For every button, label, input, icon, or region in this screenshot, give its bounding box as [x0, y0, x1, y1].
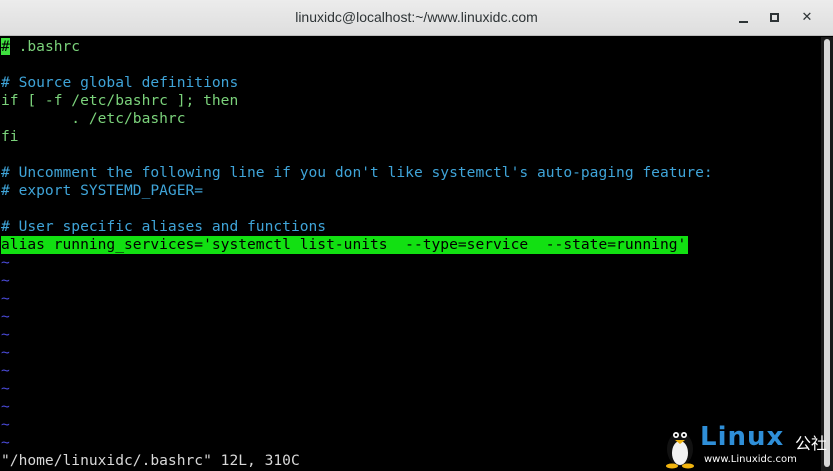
terminal-scrollbar[interactable] [821, 37, 833, 471]
editor-line-9: # export SYSTEMD_PAGER= [1, 182, 204, 199]
text-cursor: # [1, 38, 10, 55]
editor-line-8: # Uncomment the following line if you do… [1, 164, 713, 181]
tux-penguin-icon [666, 432, 694, 469]
empty-line-marker: ~ [1, 344, 10, 361]
editor-line-3: # Source global definitions [1, 74, 239, 91]
empty-line-marker: ~ [1, 362, 10, 379]
minimize-button[interactable] [735, 9, 753, 27]
status-line: "/home/linuxidc/.bashrc" 12L, 310C [1, 452, 300, 469]
empty-line-marker: ~ [1, 308, 10, 325]
maximize-button[interactable] [766, 9, 784, 27]
empty-line-marker: ~ [1, 380, 10, 397]
watermark-logo: Linux 公社 www.Linuxidc.com [660, 422, 830, 470]
watermark-brand: Linux [700, 422, 785, 452]
empty-line-marker: ~ [1, 290, 10, 307]
window-titlebar[interactable]: linuxidc@localhost:~/www.linuxidc.com ✕ [0, 0, 833, 36]
editor-line-text: .bashrc [9, 38, 81, 55]
empty-line-marker: ~ [1, 254, 10, 271]
empty-line-marker: ~ [1, 398, 10, 415]
editor-line-1: # .bashrc [1, 38, 80, 56]
maximize-icon [770, 13, 779, 22]
empty-line-marker: ~ [1, 326, 10, 343]
empty-line-marker: ~ [1, 272, 10, 289]
editor-line-12-highlighted: alias running_services='systemctl list-u… [1, 236, 689, 254]
editor-line-5: . /etc/bashrc [1, 110, 186, 127]
empty-line-marker: ~ [1, 434, 10, 451]
watermark-url: www.Linuxidc.com [704, 454, 797, 465]
minimize-icon [739, 21, 748, 23]
close-icon: ✕ [801, 10, 813, 25]
terminal-area[interactable]: # .bashrc # Source global definitions if… [0, 37, 821, 471]
editor-line-6: fi [1, 128, 19, 145]
watermark-cn-text: 公社 [795, 434, 828, 453]
window-title: linuxidc@localhost:~/www.linuxidc.com [295, 9, 538, 25]
scrollbar-thumb[interactable] [824, 39, 830, 467]
empty-line-marker: ~ [1, 416, 10, 433]
editor-line-11: # User specific aliases and functions [1, 218, 327, 235]
editor-line-4: if [ -f /etc/bashrc ]; then [1, 92, 239, 109]
close-button[interactable]: ✕ [798, 9, 816, 27]
